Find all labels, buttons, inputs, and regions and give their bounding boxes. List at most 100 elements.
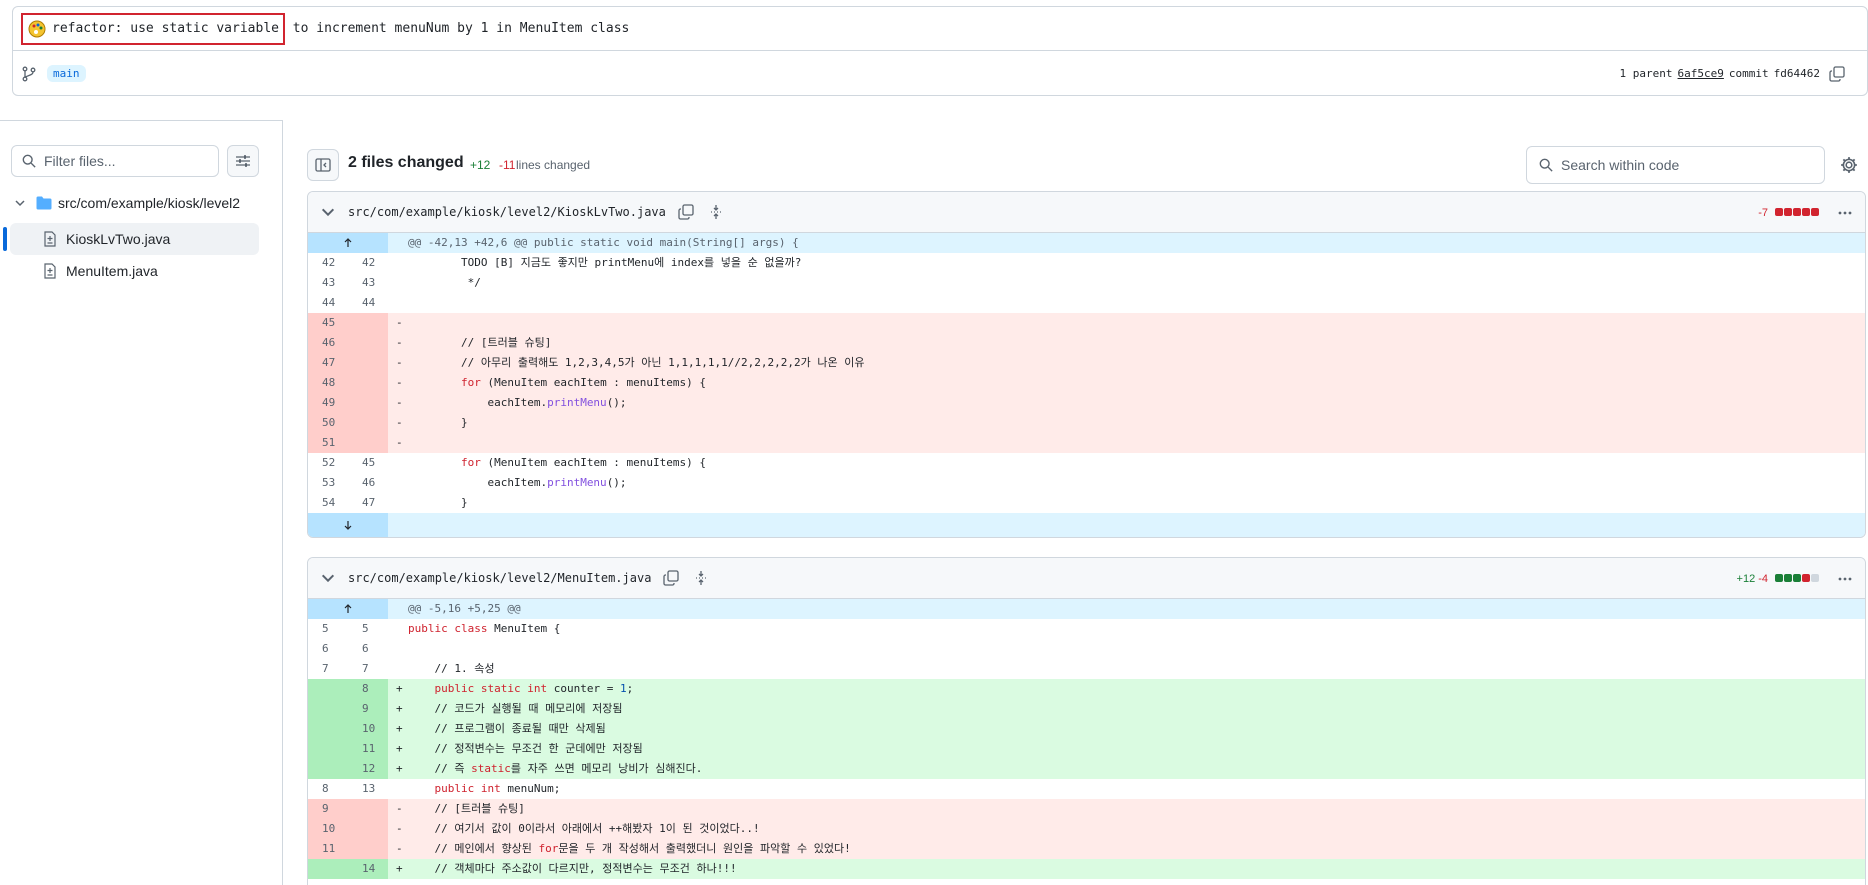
old-line-number[interactable]: 9 [308, 799, 348, 819]
old-line-number[interactable]: 11 [308, 839, 348, 859]
code-line: } [408, 416, 468, 429]
code-line: // 1. 속성 [408, 662, 495, 675]
new-line-number[interactable]: 13 [348, 779, 388, 799]
new-line-number[interactable] [348, 313, 388, 333]
gear-icon[interactable] [1840, 156, 1858, 174]
old-line-number[interactable]: 47 [308, 353, 348, 373]
expand-all-icon[interactable] [693, 570, 709, 586]
expand-up-button[interactable] [308, 233, 388, 253]
expand-down-button[interactable] [308, 513, 388, 537]
old-line-number[interactable]: 6 [308, 639, 348, 659]
new-line-number[interactable]: 10 [348, 719, 388, 739]
new-line-number[interactable]: 42 [348, 253, 388, 273]
new-line-number[interactable] [348, 839, 388, 859]
parent-sha-link[interactable]: 6af5ce9 [1678, 67, 1724, 80]
diff-line: 54 47 } [308, 493, 1865, 513]
old-line-number[interactable] [308, 699, 348, 719]
old-line-number[interactable]: 48 [308, 373, 348, 393]
diff-line: 10 - // 여기서 값이 0이라서 아래에서 ++해봤자 1이 된 것이었다.… [308, 819, 1865, 839]
old-line-number[interactable] [308, 679, 348, 699]
chevron-down-icon[interactable] [320, 204, 336, 220]
code-line: eachItem.printMenu(); [408, 396, 627, 409]
new-line-number[interactable]: 7 [348, 659, 388, 679]
filter-files-field[interactable] [11, 145, 219, 177]
diff-line: 77 // 1. 속성 [308, 659, 1865, 679]
diff-line: 55 public class MenuItem { [308, 619, 1865, 639]
filter-files-input[interactable] [44, 153, 204, 169]
search-code-input[interactable] [1561, 157, 1811, 173]
new-line-number[interactable] [348, 799, 388, 819]
new-line-number[interactable]: 47 [348, 493, 388, 513]
commit-title-row: refactor: use static variable to increme… [13, 7, 1867, 51]
search-code-field[interactable] [1526, 146, 1825, 184]
new-line-number[interactable] [348, 433, 388, 453]
sidebar-collapse-icon [315, 158, 331, 172]
tree-folder[interactable]: src/com/example/kiosk/level2 [14, 191, 240, 215]
filter-settings-button[interactable] [227, 145, 259, 177]
old-line-number[interactable]: 7 [308, 659, 348, 679]
expand-up-button[interactable] [308, 599, 388, 619]
expand-down-icon [344, 521, 352, 530]
new-line-number[interactable] [348, 333, 388, 353]
new-line-number[interactable] [348, 373, 388, 393]
new-line-number[interactable]: 8 [348, 679, 388, 699]
toggle-file-tree-button[interactable] [307, 149, 339, 181]
diff-sign: - [396, 416, 403, 429]
new-line-number[interactable]: 44 [348, 293, 388, 313]
tree-file-kiosklvtwo[interactable]: KioskLvTwo.java [3, 223, 259, 255]
old-line-number[interactable] [308, 739, 348, 759]
new-line-number[interactable]: 46 [348, 473, 388, 493]
old-line-number[interactable]: 53 [308, 473, 348, 493]
expand-up-icon [344, 604, 352, 613]
old-line-number[interactable]: 8 [308, 779, 348, 799]
old-line-number[interactable]: 54 [308, 493, 348, 513]
new-line-number[interactable]: 11 [348, 739, 388, 759]
old-line-number[interactable]: 42 [308, 253, 348, 273]
new-line-number[interactable]: 6 [348, 639, 388, 659]
sliders-icon [236, 155, 250, 167]
new-line-number[interactable]: 43 [348, 273, 388, 293]
code-line: public static int counter = 1; [434, 682, 634, 695]
tree-file-menuitem[interactable]: MenuItem.java [10, 255, 259, 287]
code-line: // [트러블 슈팅] [408, 802, 525, 815]
copy-icon[interactable] [663, 570, 680, 586]
new-line-number[interactable]: 5 [348, 619, 388, 639]
copy-icon[interactable] [1829, 65, 1845, 82]
old-line-number[interactable]: 45 [308, 313, 348, 333]
parent-label: 1 parent [1619, 67, 1673, 80]
expand-all-icon[interactable] [708, 204, 724, 220]
old-line-number[interactable]: 10 [308, 819, 348, 839]
old-line-number[interactable]: 44 [308, 293, 348, 313]
kebab-menu-icon[interactable] [1837, 571, 1853, 587]
new-line-number[interactable]: 9 [348, 699, 388, 719]
new-line-number[interactable] [348, 819, 388, 839]
diff-sign: + [396, 862, 403, 875]
old-line-number[interactable]: 51 [308, 433, 348, 453]
diff-sign [388, 639, 408, 659]
code-line: // 프로그램이 종료될 때만 삭제됨 [408, 722, 606, 735]
old-line-number[interactable]: 50 [308, 413, 348, 433]
old-line-number[interactable]: 49 [308, 393, 348, 413]
kebab-menu-icon[interactable] [1837, 205, 1853, 221]
new-line-number[interactable]: 45 [348, 453, 388, 473]
new-line-number[interactable]: 14 [348, 859, 388, 879]
old-line-number[interactable]: 43 [308, 273, 348, 293]
old-line-number[interactable] [308, 859, 348, 879]
additions-count: +12 [470, 158, 491, 172]
old-line-number[interactable] [308, 719, 348, 739]
new-line-number[interactable] [348, 393, 388, 413]
branch-link[interactable]: main [47, 65, 86, 82]
new-line-number[interactable] [348, 353, 388, 373]
new-line-number[interactable]: 12 [348, 759, 388, 779]
old-line-number[interactable] [308, 759, 348, 779]
new-line-number[interactable] [348, 413, 388, 433]
old-line-number[interactable]: 5 [308, 619, 348, 639]
old-line-number[interactable]: 46 [308, 333, 348, 353]
chevron-down-icon[interactable] [320, 570, 336, 586]
code-line: // 객체마다 주소값이 다르지만, 정적변수는 무조건 하나!!! [408, 862, 737, 875]
copy-icon[interactable] [678, 204, 694, 220]
diff-sign [388, 253, 408, 273]
old-line-number[interactable]: 52 [308, 453, 348, 473]
code-line: // 즉 static를 자주 쓰면 메모리 낭비가 심해진다. [408, 762, 703, 775]
